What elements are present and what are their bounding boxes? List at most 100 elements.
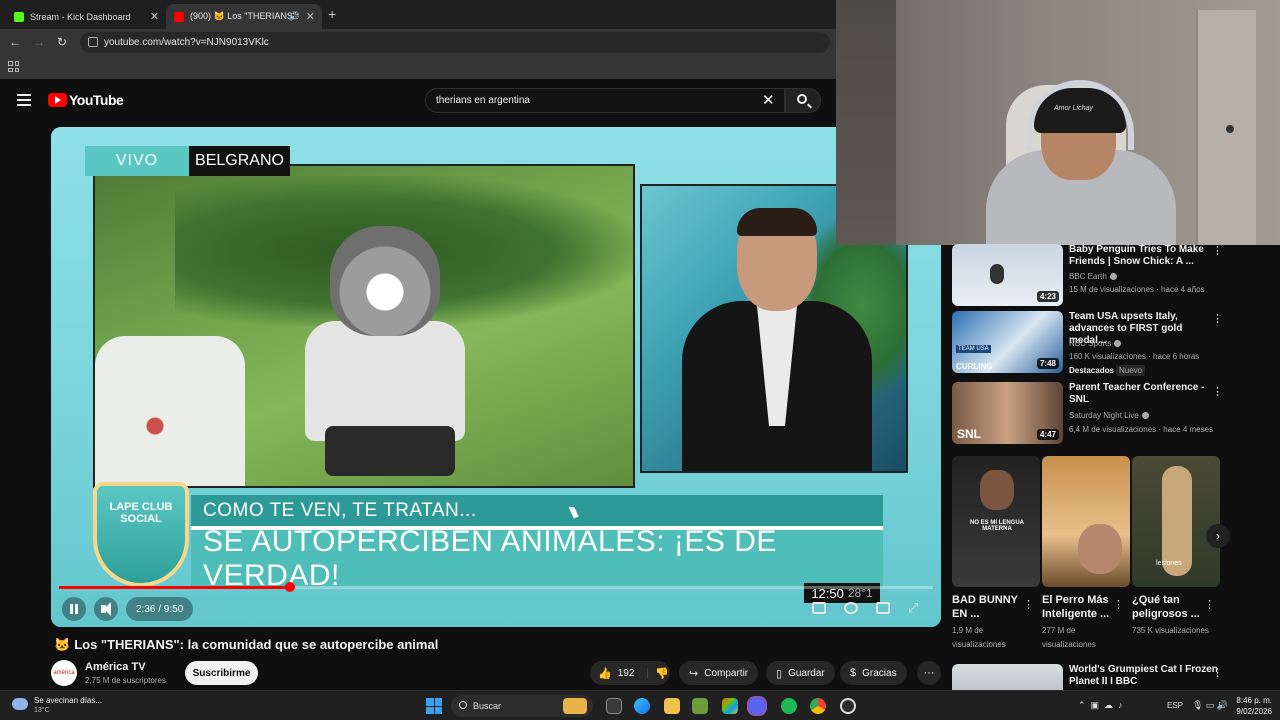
thanks-label: Gracias — [862, 667, 897, 679]
channel-name[interactable]: América TV — [85, 661, 146, 673]
channel-name: NBC Sports — [1069, 339, 1122, 348]
clock-date[interactable]: 9/02/2026 — [1222, 707, 1272, 716]
site-info-icon[interactable] — [88, 37, 98, 47]
address-bar[interactable]: youtube.com/watch?v=NJN9013VKlc — [80, 32, 830, 53]
short-thumbnail[interactable]: NO ES MI LENGUA MATERNA — [952, 456, 1040, 587]
youtube-logo-icon[interactable] — [48, 93, 67, 107]
forward-icon[interactable]: → — [33, 35, 45, 49]
short-views: 1,9 M de visualizaciones — [952, 626, 1006, 649]
subtitles-icon[interactable] — [812, 602, 826, 614]
tab-kick-dashboard[interactable]: Stream - Kick Dashboard ✕ — [6, 4, 166, 29]
video-thumbnail[interactable]: 4:23 — [952, 244, 1063, 306]
file-explorer-icon[interactable] — [664, 698, 680, 714]
more-options-icon[interactable]: ⋮ — [1212, 666, 1223, 679]
location-tag: BELGRANO — [189, 146, 290, 176]
verified-icon — [1114, 340, 1122, 348]
volume-icon[interactable] — [94, 597, 118, 621]
pause-button[interactable] — [62, 597, 86, 621]
weather-cloud-icon[interactable] — [12, 698, 28, 710]
close-tab-icon[interactable]: ✕ — [306, 10, 315, 23]
more-options-icon[interactable]: ⋮ — [1212, 385, 1223, 398]
chrome-icon[interactable] — [810, 698, 826, 714]
dislike-icon[interactable]: 👎 — [655, 667, 669, 680]
thanks-button[interactable]: $ Gracias — [840, 661, 907, 685]
subscribe-button[interactable]: Suscribirme — [185, 661, 258, 685]
more-options-icon[interactable]: ⋮ — [1212, 244, 1223, 257]
new-badge: Nuevo — [1116, 365, 1146, 376]
title-emoji-icon: 🐱 — [54, 637, 71, 652]
tab-youtube-video[interactable]: (900) 🐱 Los "THERIANS": l 🔊 ✕ — [166, 4, 322, 29]
share-button[interactable]: ↪ Compartir — [679, 661, 759, 685]
thumb-label: SNL — [957, 427, 981, 441]
more-actions-icon[interactable]: ··· — [917, 661, 941, 685]
obs-icon[interactable] — [840, 698, 856, 714]
search-button[interactable] — [785, 88, 821, 113]
video-duration: 4:23 — [1036, 291, 1059, 302]
youtube-logo-text[interactable]: YouTube — [69, 92, 124, 108]
more-options-icon[interactable]: ⋮ — [1204, 598, 1215, 611]
short-thumbnail[interactable]: lesiones — [1132, 456, 1220, 587]
close-tab-icon[interactable]: ✕ — [150, 10, 159, 23]
save-button[interactable]: ▯ Guardar — [766, 661, 835, 685]
search-icon — [459, 701, 467, 709]
fullscreen-icon[interactable]: ⤢ — [908, 600, 918, 616]
system-tray-icons[interactable]: ⌃ ▣ ☁ ♪ — [1078, 700, 1123, 711]
clear-search-icon[interactable]: ✕ — [762, 91, 775, 109]
spotify-icon[interactable] — [781, 698, 797, 714]
more-options-icon[interactable]: ⋮ — [1113, 598, 1124, 611]
audio-playing-icon[interactable]: 🔊 — [289, 11, 300, 22]
recommended-video[interactable]: World's Grumpiest Cat I Frozen Planet II… — [952, 664, 1272, 690]
video-title[interactable]: Baby Penguin Tries To Make Friends | Sno… — [1069, 244, 1219, 268]
video-thumbnail[interactable]: TEAM USA CURLING 7:48 — [952, 311, 1063, 373]
miniplayer-icon[interactable] — [876, 602, 890, 614]
back-icon[interactable]: ← — [9, 35, 21, 49]
channel-avatar[interactable]: américa — [51, 660, 77, 686]
video-thumbnail[interactable]: SNL 4:47 — [952, 382, 1063, 444]
progress-bar[interactable] — [59, 582, 933, 592]
like-icon[interactable]: 👍 — [598, 667, 612, 680]
thumb-label: TEAM USA — [956, 345, 991, 353]
short-thumbnail[interactable] — [1042, 456, 1130, 587]
like-count[interactable]: 192 — [618, 668, 635, 679]
search-highlight-icon — [563, 698, 587, 714]
weather-text[interactable]: Se avecinan días... — [34, 696, 102, 705]
short-title[interactable]: ¿Qué tan peligrosos ... — [1132, 593, 1212, 621]
apps-grid-icon[interactable] — [8, 61, 19, 72]
windows-start-icon[interactable] — [426, 698, 442, 714]
clock-time[interactable]: 8:46 p. m. — [1232, 696, 1272, 705]
short-views: 277 M de visualizaciones — [1042, 626, 1096, 649]
progress-scrubber[interactable] — [284, 582, 295, 592]
time-display: 2:36 / 9:50 — [126, 597, 194, 621]
lower-third-main-text: SE AUTOPERCIBEN ANIMALES: ¡ES DE VERDAD! — [191, 525, 883, 592]
super-thanks-icon: $ — [850, 667, 857, 679]
edge-icon[interactable] — [634, 698, 650, 714]
taskbar-search[interactable]: Buscar — [451, 695, 593, 717]
channel-name: BBC Earth — [1069, 272, 1117, 281]
bookmark-icon: ▯ — [776, 667, 783, 680]
more-options-icon[interactable]: ⋮ — [1023, 598, 1034, 611]
hamburger-menu-icon[interactable] — [17, 94, 31, 106]
video-player[interactable]: VIVO BELGRANO LAPE CLUB SOCIAL COMO TE V… — [51, 127, 941, 627]
app-icon[interactable] — [722, 698, 738, 714]
more-options-icon[interactable]: ⋮ — [1212, 312, 1223, 325]
channel-name: Saturday Night Live — [1069, 411, 1149, 420]
tab-label: (900) 🐱 Los "THERIANS": l — [190, 11, 298, 21]
recommended-video[interactable]: TEAM USA CURLING 7:48 Team USA upsets It… — [952, 311, 1272, 376]
chevron-right-icon[interactable]: › — [1206, 524, 1230, 548]
language-indicator[interactable]: ESP — [1167, 701, 1183, 710]
video-title[interactable]: World's Grumpiest Cat I Frozen Planet II… — [1069, 664, 1219, 688]
settings-gear-icon[interactable] — [844, 602, 858, 614]
video-thumbnail[interactable] — [952, 664, 1063, 690]
share-icon: ↪ — [689, 667, 699, 680]
task-view-icon[interactable] — [606, 698, 622, 714]
discord-icon[interactable] — [747, 696, 767, 716]
recommended-video[interactable]: 4:23 Baby Penguin Tries To Make Friends … — [952, 244, 1272, 306]
search-input[interactable]: therians en argentina — [425, 88, 785, 113]
minecraft-icon[interactable] — [692, 698, 708, 714]
new-tab-icon[interactable]: + — [328, 6, 336, 22]
short-title[interactable]: BAD BUNNY EN ... — [952, 593, 1032, 621]
reload-icon[interactable]: ↻ — [57, 35, 67, 49]
video-title[interactable]: Parent Teacher Conference - SNL — [1069, 382, 1219, 406]
recommended-video[interactable]: SNL 4:47 Parent Teacher Conference - SNL… — [952, 382, 1272, 444]
short-title[interactable]: El Perro Más Inteligente ... — [1042, 593, 1122, 621]
